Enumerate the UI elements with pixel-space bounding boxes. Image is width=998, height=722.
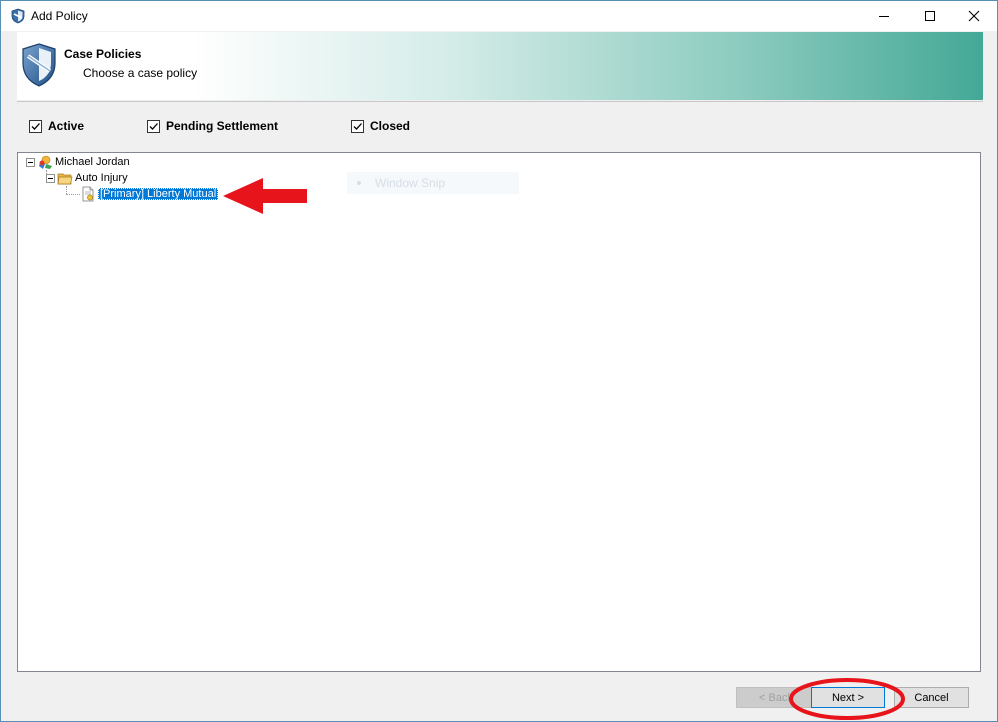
filter-label: Pending Settlement bbox=[166, 119, 279, 133]
checkmark-icon bbox=[31, 122, 40, 130]
checkmark-icon bbox=[353, 122, 362, 130]
snip-dot-icon bbox=[357, 181, 361, 185]
banner-title: Case Policies bbox=[64, 47, 142, 61]
active-checkbox[interactable] bbox=[29, 119, 42, 133]
policy-tree[interactable]: Michael Jordan Auto Injury [Primary] Lib… bbox=[17, 152, 981, 672]
minimize-icon bbox=[879, 16, 889, 17]
maximize-icon bbox=[925, 11, 935, 21]
tree-node-contact[interactable]: Michael Jordan bbox=[26, 154, 130, 170]
collapse-toggle[interactable] bbox=[26, 157, 35, 167]
snip-label: Window Snip bbox=[375, 176, 446, 190]
close-icon bbox=[968, 10, 980, 22]
maximize-button[interactable] bbox=[907, 1, 953, 31]
contact-icon bbox=[39, 155, 52, 169]
window-snip-overlay: Window Snip bbox=[347, 172, 519, 194]
shield-icon bbox=[11, 8, 25, 24]
filter-label: Active bbox=[48, 119, 85, 133]
red-arrow-annotation-icon bbox=[223, 178, 307, 214]
shield-icon bbox=[22, 43, 56, 87]
banner-divider bbox=[17, 101, 983, 102]
collapse-toggle[interactable] bbox=[46, 173, 55, 183]
folder-icon bbox=[57, 173, 73, 185]
pending-settlement-checkbox[interactable] bbox=[147, 119, 160, 133]
filter-closed[interactable]: Closed bbox=[351, 119, 410, 133]
window-title: Add Policy bbox=[31, 9, 88, 23]
checkmark-icon bbox=[149, 122, 158, 130]
tree-node-label: Auto Injury bbox=[75, 172, 128, 184]
tree-node-label-selected: [Primary] Liberty Mutual bbox=[98, 188, 219, 200]
closed-checkbox[interactable] bbox=[351, 119, 364, 133]
filter-label: Closed bbox=[370, 119, 411, 133]
tree-node-case[interactable]: Auto Injury bbox=[46, 170, 128, 186]
filter-pending-settlement[interactable]: Pending Settlement bbox=[147, 119, 278, 133]
tree-connector bbox=[66, 194, 80, 195]
header-banner: Case Policies Choose a case policy bbox=[17, 32, 983, 100]
tree-connector bbox=[66, 186, 67, 194]
close-button[interactable] bbox=[951, 1, 997, 31]
minimize-button[interactable] bbox=[861, 1, 907, 31]
add-policy-window: Add Policy Case Policies Choose a case p… bbox=[0, 0, 998, 722]
policy-document-icon bbox=[82, 186, 94, 202]
filter-active[interactable]: Active bbox=[29, 119, 84, 133]
tree-node-policy[interactable]: [Primary] Liberty Mutual bbox=[80, 186, 219, 202]
title-bar[interactable]: Add Policy bbox=[1, 1, 997, 31]
tree-node-label: Michael Jordan bbox=[55, 156, 130, 168]
red-circle-annotation-icon bbox=[789, 678, 905, 720]
banner-subtitle: Choose a case policy bbox=[83, 66, 198, 80]
